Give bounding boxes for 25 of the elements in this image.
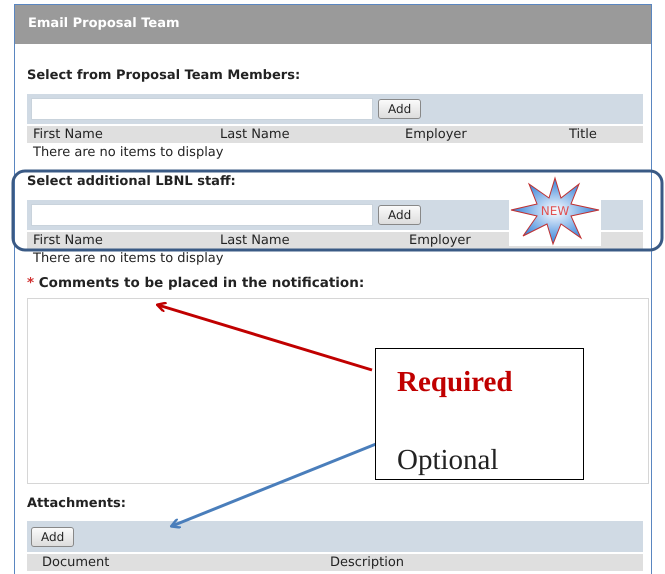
callout-label: Required — [397, 365, 512, 400]
add-button[interactable]: Add — [378, 98, 422, 118]
column-header: Last Name — [220, 232, 291, 248]
callout-label: Optional — [397, 442, 498, 478]
search-field[interactable] — [31, 204, 373, 226]
field-label: Select from Proposal Team Members: — [27, 68, 300, 84]
column-header: First Name — [33, 126, 104, 142]
column-header: First Name — [33, 232, 104, 248]
column-header: Title — [569, 126, 598, 142]
column-header: Document — [42, 554, 110, 571]
add-button[interactable]: Add — [31, 526, 74, 546]
column-header: Last Name — [220, 126, 291, 142]
field-label: Select additional LBNL staff: — [27, 174, 236, 190]
comments-textarea[interactable] — [27, 298, 649, 484]
panel-title: Email Proposal Team — [28, 16, 180, 31]
field-label: * Comments to be placed in the notification: — [27, 275, 364, 291]
new-starburst: NEW — [510, 176, 600, 246]
column-header: Employer — [405, 126, 468, 142]
empty-message: There are no items to display — [32, 252, 224, 266]
column-header: Employer — [409, 232, 472, 248]
column-header: Description — [330, 554, 406, 571]
field-label: Attachments: — [27, 496, 126, 512]
empty-message: There are no items to display — [32, 146, 224, 160]
add-button[interactable]: Add — [378, 204, 422, 224]
search-field[interactable] — [31, 98, 373, 120]
